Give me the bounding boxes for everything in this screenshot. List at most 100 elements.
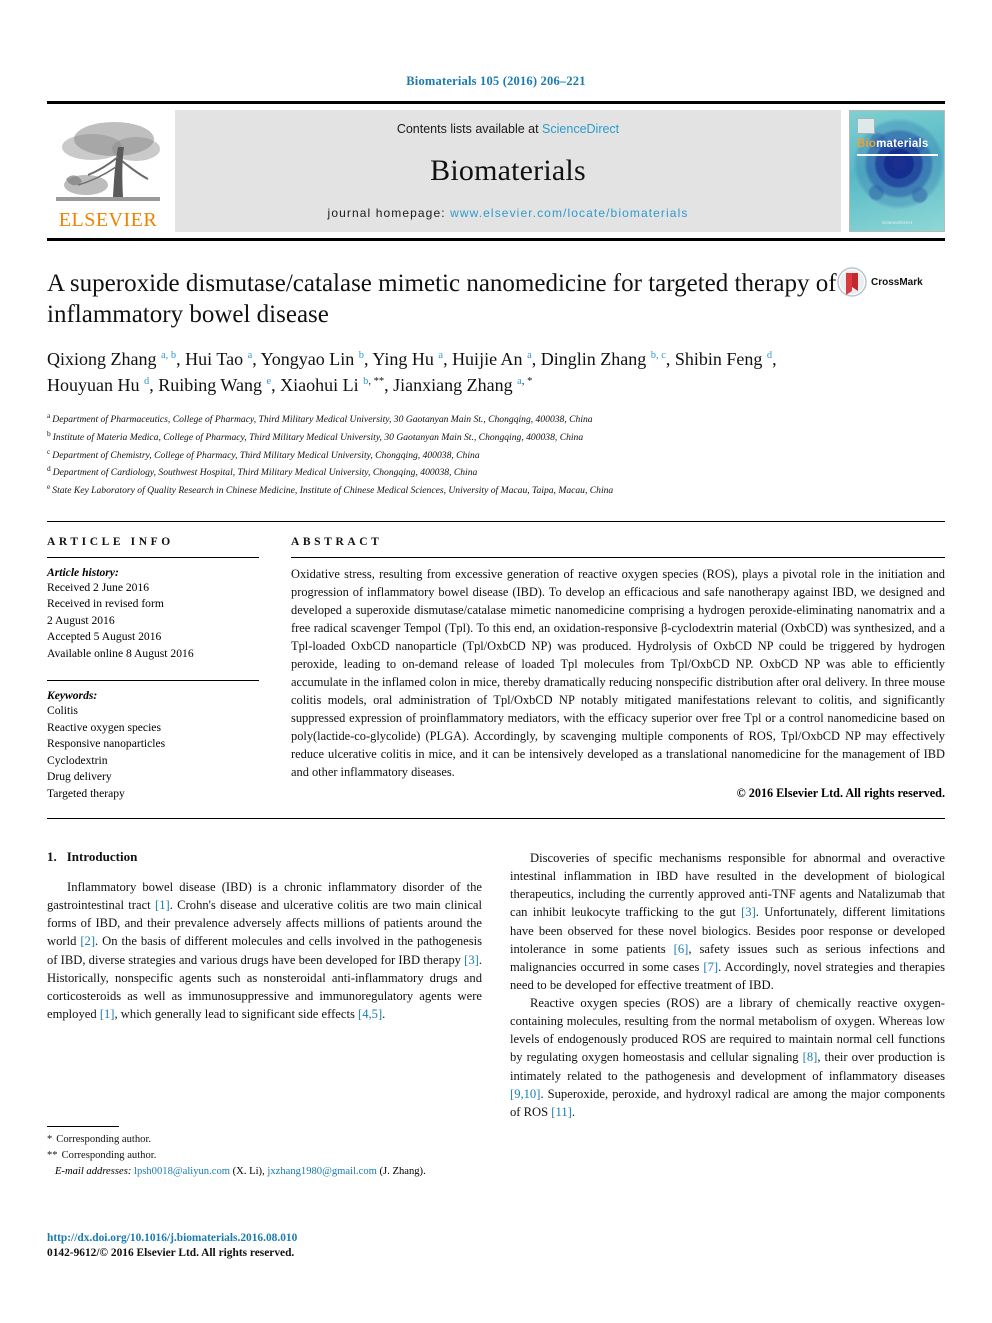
author-affiliation-marker: a, b — [161, 350, 177, 361]
keyword-item: Reactive oxygen species — [47, 720, 161, 734]
citation-link[interactable]: [1] — [100, 1007, 115, 1021]
journal-cover-thumbnail: Biomaterials ScienceDirect — [849, 110, 945, 232]
keyword-item: Colitis — [47, 704, 78, 718]
journal-masthead: ELSEVIER Contents lists available at Sci… — [47, 101, 945, 241]
article-history-list: Received 2 June 2016 Received in revised … — [47, 580, 259, 662]
author-name: Dinglin Zhang — [540, 349, 651, 369]
footnote-star-single: * — [47, 1134, 53, 1145]
citation-link[interactable]: [6] — [674, 942, 689, 956]
citation-link[interactable]: [8] — [803, 1050, 818, 1064]
crossmark-badge[interactable]: CrossMark — [837, 267, 945, 297]
journal-title: Biomaterials — [430, 154, 586, 187]
footnote-star-double: ** — [47, 1149, 58, 1161]
cover-rule — [857, 154, 938, 156]
email-link-1[interactable]: lpsh0018@aliyun.com — [134, 1166, 230, 1177]
email-link-2[interactable]: jxzhang1980@gmail.com — [267, 1166, 377, 1177]
author-name: Yongyao Lin — [260, 349, 359, 369]
section-number: 1. — [47, 849, 57, 864]
abstract-label: ABSTRACT — [291, 536, 383, 549]
article-info-column: ARTICLE INFO Article history: Received 2… — [47, 536, 279, 802]
email-owner-2: (J. Zhang). — [379, 1165, 426, 1177]
doi-link[interactable]: http://dx.doi.org/10.1016/j.biomaterials… — [47, 1232, 297, 1244]
sciencedirect-link[interactable]: ScienceDirect — [542, 122, 619, 136]
keywords-heading: Keywords: — [47, 689, 98, 703]
author-affiliation-marker: d — [144, 376, 150, 388]
citation-link[interactable]: [1] — [155, 898, 170, 912]
keyword-item: Targeted therapy — [47, 786, 125, 800]
citation-link[interactable]: [4,5] — [358, 1007, 382, 1021]
crossmark-icon — [837, 267, 867, 297]
corresponding-author-note-2: ** Corresponding author. — [47, 1148, 467, 1164]
title-block: CrossMark A superoxide dismutase/catalas… — [47, 267, 945, 499]
intro-right-paragraphs: Discoveries of specific mechanisms respo… — [510, 849, 945, 1121]
abstract-rule — [291, 557, 945, 559]
author-name: Huijie An — [452, 349, 528, 369]
article-history-item: Available online 8 August 2016 — [47, 646, 194, 660]
intro-left-paragraphs: Inflammatory bowel disease (IBD) is a ch… — [47, 878, 482, 1023]
section-label: Introduction — [66, 849, 138, 864]
abstract-copyright: © 2016 Elsevier Ltd. All rights reserved… — [736, 785, 945, 800]
crossmark-label: CrossMark — [871, 276, 923, 288]
cover-title-bio: Bio — [857, 138, 877, 150]
section-heading-introduction: 1. Introduction — [47, 849, 482, 865]
citation-link[interactable]: [11] — [551, 1105, 572, 1119]
affiliation-text: Department of Pharmaceutics, College of … — [52, 414, 593, 426]
author-name: Xiaohui Li — [280, 375, 364, 396]
article-history-item: Received in revised form — [47, 597, 164, 611]
keyword-item: Responsive nanoparticles — [47, 737, 166, 751]
author-name: Jianxiang Zhang — [393, 375, 518, 396]
page-title: A superoxide dismutase/catalase mimetic … — [47, 270, 837, 328]
abstract-text: Oxidative stress, resulting from excessi… — [291, 567, 945, 779]
author-affiliation-marker: b, c — [650, 350, 666, 361]
corresponding-author-text-1: Corresponding author. — [56, 1134, 152, 1145]
body-paragraph: Reactive oxygen species (ROS) are a libr… — [510, 996, 945, 1119]
affiliation-item: c Department of Chemistry, College of Pha… — [47, 446, 945, 464]
affiliation-item: d Department of Cardiology, Southwest Hos… — [47, 463, 945, 481]
body-column-left: 1. Introduction Inflammatory bowel diseas… — [47, 849, 482, 1121]
affiliation-list: a Department of Pharmaceutics, College of… — [47, 410, 945, 499]
citation-link[interactable]: [3] — [741, 905, 756, 919]
affiliation-text: Department of Chemistry, College of Phar… — [52, 449, 480, 461]
elsevier-wordmark: ELSEVIER — [58, 209, 158, 231]
keywords-rule — [47, 680, 259, 682]
email-addresses-line: E-mail addresses: lpsh0018@aliyun.com (X… — [54, 1165, 426, 1177]
author-affiliation-marker: d — [766, 350, 773, 361]
elsevier-logo: ELSEVIER — [47, 110, 169, 232]
citation-link[interactable]: [3] — [464, 953, 479, 967]
cover-journal-title: Biomaterials — [857, 138, 928, 150]
footnote-block: * Corresponding author. ** Corresponding a… — [47, 1126, 467, 1180]
corresponding-author-marker: , ** — [368, 376, 385, 388]
citation-link[interactable]: [2] — [80, 934, 95, 948]
issn-copyright-line: 0142-9612/© 2016 Elsevier Ltd. All right… — [47, 1247, 295, 1259]
author-name: Shibin Feng — [674, 349, 767, 369]
affiliation-item: b Institute of Materia Medica, College of… — [47, 428, 945, 446]
author-name: Houyuan Hu — [47, 375, 144, 396]
affiliation-item: a Department of Pharmaceutics, College of… — [47, 410, 945, 428]
contents-prefix: Contents lists available at — [396, 122, 543, 136]
author-name: Ruibing Wang — [158, 375, 267, 396]
author-affiliation-marker: a — [527, 350, 532, 361]
cover-footer-text: ScienceDirect — [881, 220, 913, 225]
affiliation-item: e State Key Laboratory of Quality Researc… — [47, 481, 945, 499]
body-columns: 1. Introduction Inflammatory bowel diseas… — [47, 849, 945, 1121]
corresponding-author-note-1: * Corresponding author. — [47, 1132, 467, 1148]
author-name: Hui Tao — [185, 349, 248, 369]
body-paragraph: Inflammatory bowel disease (IBD) is a ch… — [47, 880, 483, 1021]
masthead-bottom-rule — [47, 238, 945, 241]
article-history-item: Accepted 5 August 2016 — [47, 630, 162, 644]
author-affiliation-marker: a — [247, 350, 253, 361]
journal-homepage-line: journal homepage: www.elsevier.com/locat… — [328, 206, 689, 220]
affiliation-marker: a — [47, 411, 51, 421]
affiliation-marker: d — [47, 464, 51, 474]
abstract-column: ABSTRACT Oxidative stress, resulting fro… — [279, 536, 945, 802]
affiliation-text: Institute of Materia Medica, College of … — [52, 432, 584, 444]
author-name: Qixiong Zhang — [47, 349, 161, 369]
author-affiliation-marker: b — [358, 350, 365, 361]
journal-homepage-link[interactable]: www.elsevier.com/locate/biomaterials — [450, 206, 688, 220]
body-column-right: Discoveries of specific mechanisms respo… — [510, 849, 945, 1121]
affiliation-text: State Key Laboratory of Quality Research… — [52, 485, 614, 497]
citation-link[interactable]: [7] — [703, 960, 718, 974]
citation-link[interactable]: [9,10] — [510, 1087, 540, 1101]
info-abstract-section: ARTICLE INFO Article history: Received 2… — [47, 521, 945, 802]
